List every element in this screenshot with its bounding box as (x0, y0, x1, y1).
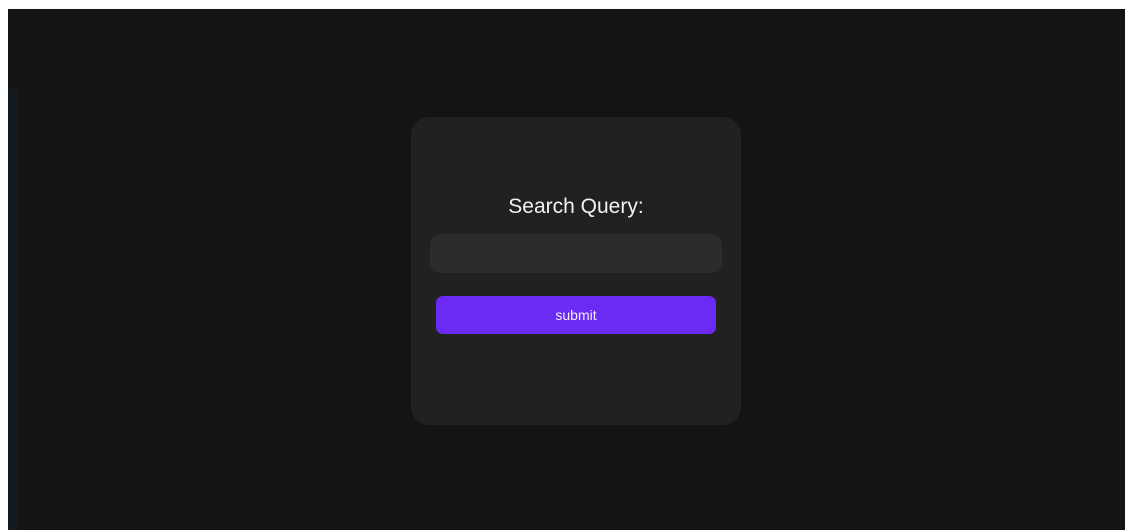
submit-button[interactable]: submit (436, 296, 716, 334)
left-edge-strip (8, 89, 18, 530)
search-input[interactable] (430, 234, 722, 273)
search-query-label: Search Query: (508, 195, 644, 218)
page-background: Search Query: submit (8, 9, 1125, 530)
search-card: Search Query: submit (411, 117, 741, 425)
